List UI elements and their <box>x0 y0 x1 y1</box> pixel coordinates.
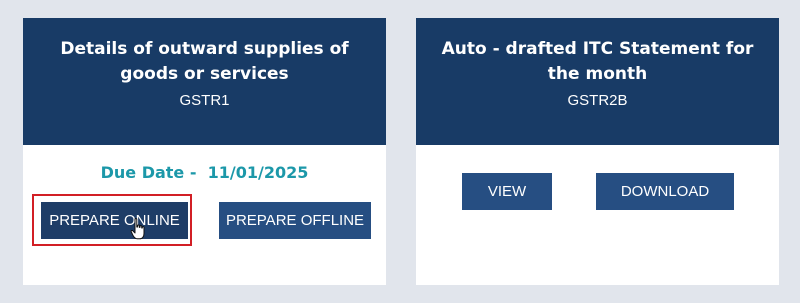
gstr1-card: Details of outward supplies of goods or … <box>23 18 386 285</box>
due-date-value: 11/01/2025 <box>207 163 309 182</box>
view-button[interactable]: VIEW <box>462 173 552 210</box>
due-date-label: Due Date - <box>100 163 197 182</box>
prepare-offline-button[interactable]: PREPARE OFFLINE <box>219 202 371 239</box>
gstr2b-card-header: Auto - drafted ITC Statement for the mon… <box>416 18 779 145</box>
gstr1-due-date: Due Date - 11/01/2025 <box>23 162 386 184</box>
gstr1-form-code: GSTR1 <box>179 92 230 109</box>
gstr2b-form-code: GSTR2B <box>567 92 628 109</box>
download-button[interactable]: DOWNLOAD <box>596 173 734 210</box>
gstr2b-card: Auto - drafted ITC Statement for the mon… <box>416 18 779 285</box>
gstr1-card-title: Details of outward supplies of goods or … <box>60 39 349 84</box>
gstr2b-card-title: Auto - drafted ITC Statement for the mon… <box>441 39 754 84</box>
prepare-online-button[interactable]: PREPARE ONLINE <box>41 202 188 239</box>
gstr1-card-header: Details of outward supplies of goods or … <box>23 18 386 145</box>
